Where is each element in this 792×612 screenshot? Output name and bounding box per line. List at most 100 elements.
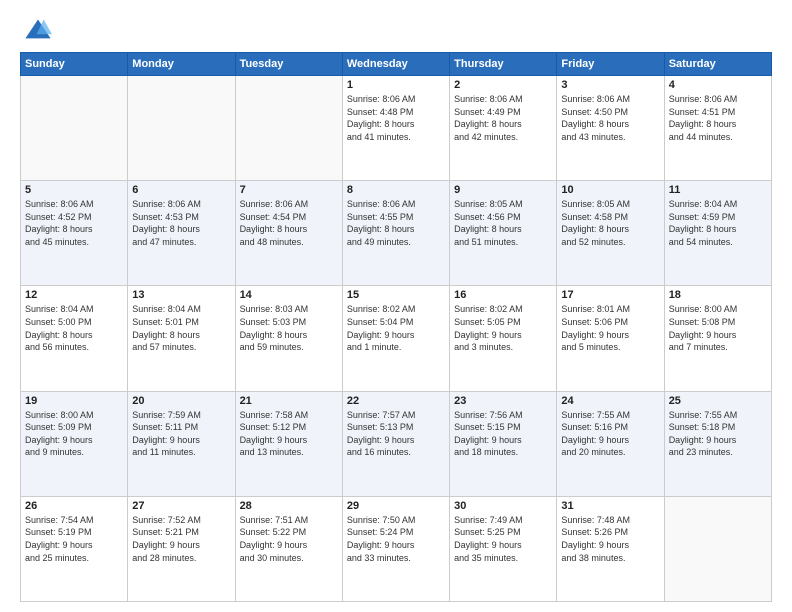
calendar-cell: 25 Sunrise: 7:55 AM Sunset: 5:18 PM Dayli…	[664, 391, 771, 496]
page: SundayMondayTuesdayWednesdayThursdayFrid…	[0, 0, 792, 612]
day-number: 11	[669, 184, 767, 196]
weekday-header: Monday	[128, 53, 235, 76]
day-info: Sunrise: 8:05 AM Sunset: 4:58 PM Dayligh…	[561, 198, 659, 248]
calendar-cell: 19Sunrise: 8:00 AM Sunset: 5:09 PM Dayli…	[21, 391, 128, 496]
day-info: Sunrise: 8:02 AM Sunset: 5:05 PM Dayligh…	[454, 303, 552, 353]
day-info: Sunrise: 7:52 AM Sunset: 5:21 PM Dayligh…	[132, 514, 230, 564]
day-info: Sunrise: 8:06 AM Sunset: 4:49 PM Dayligh…	[454, 93, 552, 143]
day-number: 1	[347, 79, 445, 91]
day-info: Sunrise: 8:05 AM Sunset: 4:56 PM Dayligh…	[454, 198, 552, 248]
calendar-cell: 23 Sunrise: 7:56 AM Sunset: 5:15 PM Dayli…	[450, 391, 557, 496]
calendar-week: 12 Sunrise: 8:04 AM Sunset: 5:00 PM Dayli…	[21, 286, 772, 391]
calendar-cell: 13 Sunrise: 8:04 AM Sunset: 5:01 PM Dayli…	[128, 286, 235, 391]
day-info: Sunrise: 7:49 AM Sunset: 5:25 PM Dayligh…	[454, 514, 552, 564]
day-number: 31	[561, 500, 659, 512]
header	[20, 16, 772, 44]
calendar-cell: 2 Sunrise: 8:06 AM Sunset: 4:49 PM Daylig…	[450, 76, 557, 181]
day-number: 27	[132, 500, 230, 512]
day-info: Sunrise: 8:06 AM Sunset: 4:52 PM Dayligh…	[25, 198, 123, 248]
calendar-body: 1 Sunrise: 8:06 AM Sunset: 4:48 PM Daylig…	[21, 76, 772, 602]
day-info: Sunrise: 8:04 AM Sunset: 5:00 PM Dayligh…	[25, 303, 123, 353]
calendar-cell: 27 Sunrise: 7:52 AM Sunset: 5:21 PM Dayli…	[128, 496, 235, 601]
calendar-cell: 26Sunrise: 7:54 AM Sunset: 5:19 PM Dayli…	[21, 496, 128, 601]
day-info: Sunrise: 7:54 AM Sunset: 5:19 PM Dayligh…	[25, 514, 123, 564]
calendar-header: SundayMondayTuesdayWednesdayThursdayFrid…	[21, 53, 772, 76]
calendar-cell: 21 Sunrise: 7:58 AM Sunset: 5:12 PM Dayli…	[235, 391, 342, 496]
day-number: 21	[240, 395, 338, 407]
calendar-cell	[664, 496, 771, 601]
weekday-header: Thursday	[450, 53, 557, 76]
calendar-cell: 15Sunrise: 8:02 AM Sunset: 5:04 PM Dayli…	[342, 286, 449, 391]
day-number: 18	[669, 289, 767, 301]
calendar-cell: 1 Sunrise: 8:06 AM Sunset: 4:48 PM Daylig…	[342, 76, 449, 181]
day-info: Sunrise: 7:57 AM Sunset: 5:13 PM Dayligh…	[347, 409, 445, 459]
day-number: 7	[240, 184, 338, 196]
calendar-week: 26Sunrise: 7:54 AM Sunset: 5:19 PM Dayli…	[21, 496, 772, 601]
day-info: Sunrise: 7:50 AM Sunset: 5:24 PM Dayligh…	[347, 514, 445, 564]
day-number: 28	[240, 500, 338, 512]
day-number: 10	[561, 184, 659, 196]
calendar-cell: 11 Sunrise: 8:04 AM Sunset: 4:59 PM Dayli…	[664, 181, 771, 286]
day-number: 3	[561, 79, 659, 91]
day-info: Sunrise: 7:48 AM Sunset: 5:26 PM Dayligh…	[561, 514, 659, 564]
day-number: 13	[132, 289, 230, 301]
day-info: Sunrise: 7:56 AM Sunset: 5:15 PM Dayligh…	[454, 409, 552, 459]
day-number: 24	[561, 395, 659, 407]
day-info: Sunrise: 8:01 AM Sunset: 5:06 PM Dayligh…	[561, 303, 659, 353]
day-info: Sunrise: 8:06 AM Sunset: 4:55 PM Dayligh…	[347, 198, 445, 248]
logo-icon	[24, 16, 52, 44]
day-info: Sunrise: 8:06 AM Sunset: 4:50 PM Dayligh…	[561, 93, 659, 143]
day-info: Sunrise: 8:04 AM Sunset: 5:01 PM Dayligh…	[132, 303, 230, 353]
day-number: 4	[669, 79, 767, 91]
calendar-cell: 4Sunrise: 8:06 AM Sunset: 4:51 PM Daylig…	[664, 76, 771, 181]
day-info: Sunrise: 8:06 AM Sunset: 4:53 PM Dayligh…	[132, 198, 230, 248]
weekday-header: Tuesday	[235, 53, 342, 76]
day-info: Sunrise: 7:55 AM Sunset: 5:16 PM Dayligh…	[561, 409, 659, 459]
weekday-header: Friday	[557, 53, 664, 76]
day-number: 17	[561, 289, 659, 301]
day-info: Sunrise: 7:58 AM Sunset: 5:12 PM Dayligh…	[240, 409, 338, 459]
weekday-header: Saturday	[664, 53, 771, 76]
day-number: 22	[347, 395, 445, 407]
calendar-cell	[235, 76, 342, 181]
calendar-cell	[128, 76, 235, 181]
calendar-cell: 29 Sunrise: 7:50 AM Sunset: 5:24 PM Dayli…	[342, 496, 449, 601]
calendar-cell	[21, 76, 128, 181]
day-number: 6	[132, 184, 230, 196]
calendar-week: 1 Sunrise: 8:06 AM Sunset: 4:48 PM Daylig…	[21, 76, 772, 181]
calendar-cell: 10 Sunrise: 8:05 AM Sunset: 4:58 PM Dayli…	[557, 181, 664, 286]
day-info: Sunrise: 8:03 AM Sunset: 5:03 PM Dayligh…	[240, 303, 338, 353]
day-info: Sunrise: 8:00 AM Sunset: 5:09 PM Dayligh…	[25, 409, 123, 459]
day-info: Sunrise: 7:55 AM Sunset: 5:18 PM Dayligh…	[669, 409, 767, 459]
calendar-cell: 14 Sunrise: 8:03 AM Sunset: 5:03 PM Dayli…	[235, 286, 342, 391]
day-number: 12	[25, 289, 123, 301]
day-number: 25	[669, 395, 767, 407]
calendar: SundayMondayTuesdayWednesdayThursdayFrid…	[20, 52, 772, 602]
day-number: 2	[454, 79, 552, 91]
calendar-cell: 20Sunrise: 7:59 AM Sunset: 5:11 PM Dayli…	[128, 391, 235, 496]
day-number: 15	[347, 289, 445, 301]
calendar-cell: 28 Sunrise: 7:51 AM Sunset: 5:22 PM Dayli…	[235, 496, 342, 601]
day-info: Sunrise: 8:04 AM Sunset: 4:59 PM Dayligh…	[669, 198, 767, 248]
day-number: 14	[240, 289, 338, 301]
day-number: 23	[454, 395, 552, 407]
calendar-cell: 3 Sunrise: 8:06 AM Sunset: 4:50 PM Daylig…	[557, 76, 664, 181]
calendar-cell: 31 Sunrise: 7:48 AM Sunset: 5:26 PM Dayli…	[557, 496, 664, 601]
calendar-cell: 9Sunrise: 8:05 AM Sunset: 4:56 PM Daylig…	[450, 181, 557, 286]
day-number: 8	[347, 184, 445, 196]
calendar-cell: 5 Sunrise: 8:06 AM Sunset: 4:52 PM Daylig…	[21, 181, 128, 286]
day-info: Sunrise: 8:00 AM Sunset: 5:08 PM Dayligh…	[669, 303, 767, 353]
calendar-cell: 12 Sunrise: 8:04 AM Sunset: 5:00 PM Dayli…	[21, 286, 128, 391]
calendar-cell: 7Sunrise: 8:06 AM Sunset: 4:54 PM Daylig…	[235, 181, 342, 286]
calendar-week: 19Sunrise: 8:00 AM Sunset: 5:09 PM Dayli…	[21, 391, 772, 496]
calendar-cell: 17 Sunrise: 8:01 AM Sunset: 5:06 PM Dayli…	[557, 286, 664, 391]
day-info: Sunrise: 8:06 AM Sunset: 4:48 PM Dayligh…	[347, 93, 445, 143]
day-number: 30	[454, 500, 552, 512]
calendar-cell: 16Sunrise: 8:02 AM Sunset: 5:05 PM Dayli…	[450, 286, 557, 391]
weekday-header: Wednesday	[342, 53, 449, 76]
calendar-cell: 30 Sunrise: 7:49 AM Sunset: 5:25 PM Dayli…	[450, 496, 557, 601]
day-number: 29	[347, 500, 445, 512]
day-info: Sunrise: 7:51 AM Sunset: 5:22 PM Dayligh…	[240, 514, 338, 564]
calendar-cell: 24 Sunrise: 7:55 AM Sunset: 5:16 PM Dayli…	[557, 391, 664, 496]
day-number: 5	[25, 184, 123, 196]
